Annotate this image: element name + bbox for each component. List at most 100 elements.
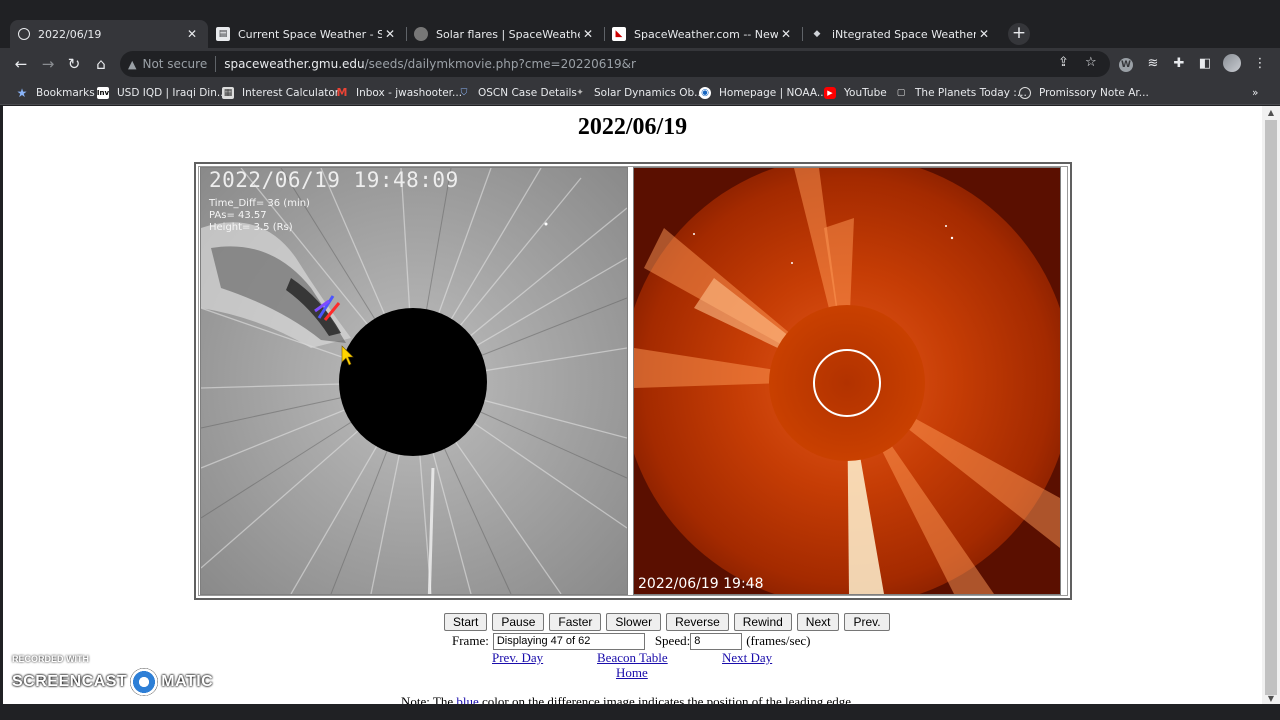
frame-label: Frame:: [452, 633, 489, 648]
bookmark-noaa[interactable]: ◉ Homepage | NOAA...: [699, 84, 827, 101]
menu-kebab-icon[interactable]: ⋮: [1252, 56, 1268, 72]
bookmark-promissory-note[interactable]: Promissory Note Ar...: [1019, 84, 1149, 101]
next-day-link[interactable]: Next Day: [722, 650, 772, 666]
doc-icon: ▤: [216, 27, 230, 41]
tab-solar-flares[interactable]: Solar flares | SpaceWeatherLive.c ✕: [406, 20, 605, 48]
nasa-icon: ◆: [813, 29, 821, 39]
profile-avatar[interactable]: [1223, 54, 1241, 72]
brand-left-label: SCREENCAST: [12, 673, 128, 690]
playback-controls: Start Pause Faster Slower Reverse Rewind…: [444, 613, 890, 631]
web-page: 2022/06/19 2022/06/19 19:48:09 Time_Diff…: [3, 106, 1262, 704]
note-text: Note: The blue color on the difference i…: [401, 694, 854, 704]
recorded-with-label: RECORDED WITH: [12, 654, 89, 664]
tab-title: Current Space Weather - Space W: [238, 27, 382, 41]
pas-label: PAs= 43.57: [209, 210, 267, 221]
close-icon[interactable]: ✕: [580, 27, 596, 41]
tab-current-space-weather[interactable]: ▤ Current Space Weather - Space W ✕: [208, 20, 407, 48]
slower-button[interactable]: Slower: [606, 613, 662, 631]
tab-strip: 2022/06/19 ✕ ▤ Current Space Weather - S…: [0, 0, 1280, 48]
globe-icon: [18, 28, 30, 40]
note-blue-word: blue: [456, 694, 479, 704]
forward-arrow-icon[interactable]: →: [38, 54, 58, 74]
extension-wave-icon[interactable]: ≋: [1145, 56, 1161, 72]
lasco-c3-image: [634, 168, 1060, 594]
tab-integrated-space-weather[interactable]: ◆ iNtegrated Space Weather Analy ✕: [802, 20, 1000, 48]
tab-title: iNtegrated Space Weather Analy: [832, 27, 976, 41]
tab-2022-06-19[interactable]: 2022/06/19 ✕: [10, 20, 208, 48]
next-button[interactable]: Next: [796, 613, 840, 631]
planet-icon: ▢: [896, 87, 906, 98]
bookmark-usd-iqd[interactable]: Inv USD IQD | Iraqi Din...: [97, 84, 227, 101]
frame-status-field[interactable]: [492, 632, 645, 650]
side-panel-icon[interactable]: ◧: [1197, 56, 1213, 72]
extensions-puzzle-icon[interactable]: ✚: [1171, 56, 1187, 72]
coronagraph-image: 2022/06/19 19:48: [633, 167, 1061, 595]
shield-icon: ⛉: [460, 87, 468, 98]
extension-w-icon[interactable]: W: [1118, 56, 1134, 72]
youtube-icon: ▶: [824, 86, 836, 99]
prev-day-link[interactable]: Prev. Day: [492, 650, 543, 666]
bookmark-interest-calculator[interactable]: ▦ Interest Calculator: [222, 84, 339, 101]
globe-icon: [1019, 86, 1031, 99]
warning-triangle-icon[interactable]: ▲: [128, 58, 136, 71]
url-path[interactable]: /seeds/dailymkmovie.php?cme=20220619&r: [365, 57, 636, 71]
height-label: Height= 3.5 (Rs): [209, 222, 293, 233]
movie-frame: 2022/06/19 19:48:09 Time_Diff= 36 (min) …: [194, 162, 1072, 600]
reload-icon[interactable]: ↻: [64, 54, 84, 74]
sdo-icon: ✦: [576, 87, 584, 98]
close-icon[interactable]: ✕: [382, 27, 398, 41]
page-title: 2022/06/19: [577, 114, 688, 140]
scroll-up-arrow-icon[interactable]: ▲: [1266, 108, 1276, 117]
bookmark-sdo[interactable]: ✦ Solar Dynamics Ob...: [574, 84, 704, 101]
sun-icon: [414, 27, 428, 41]
beacon-table-link[interactable]: Beacon Table: [597, 650, 668, 666]
bookmark-star-icon[interactable]: ☆: [1085, 55, 1097, 70]
page-scrollbar[interactable]: ▲ ▼: [1262, 106, 1280, 704]
prev-button[interactable]: Prev.: [844, 613, 890, 631]
speed-label: Speed:: [654, 633, 691, 648]
close-icon[interactable]: ✕: [976, 27, 992, 41]
share-icon[interactable]: ⇪: [1058, 55, 1069, 70]
rewind-button[interactable]: Rewind: [733, 613, 792, 631]
bookmark-inbox[interactable]: M Inbox - jwashooter...: [336, 84, 463, 101]
difference-timestamp: 2022/06/19 19:48:09: [209, 168, 459, 192]
tab-spaceweather-com[interactable]: ◣ SpaceWeather.com -- News and ✕: [604, 20, 803, 48]
bookmarks-bar: ★ Bookmarks Inv USD IQD | Iraqi Din... ▦ In…: [0, 80, 1280, 105]
home-link[interactable]: Home: [616, 665, 648, 681]
reverse-button[interactable]: Reverse: [666, 613, 729, 631]
inv-icon: Inv: [96, 86, 110, 99]
security-label[interactable]: Not secure: [142, 57, 207, 71]
gmail-icon: M: [336, 86, 348, 99]
back-arrow-icon[interactable]: ←: [11, 54, 31, 74]
scrollbar-thumb[interactable]: [1265, 120, 1277, 695]
noaa-icon: ◉: [699, 86, 711, 99]
tab-title: Solar flares | SpaceWeatherLive.c: [436, 27, 580, 41]
calc-icon: ▦: [222, 86, 234, 99]
home-icon[interactable]: ⌂: [91, 54, 111, 74]
bookmark-bookmarks[interactable]: ★ Bookmarks: [16, 84, 95, 101]
pause-button[interactable]: Pause: [492, 613, 545, 631]
bookmark-oscn[interactable]: ⛉ OSCN Case Details: [458, 84, 577, 101]
close-icon[interactable]: ✕: [184, 27, 200, 41]
tab-title: SpaceWeather.com -- News and: [634, 27, 778, 41]
start-button[interactable]: Start: [444, 613, 488, 631]
sw-icon: ◣: [612, 27, 626, 41]
bookmark-planets-today[interactable]: ▢ The Planets Today :...: [895, 84, 1027, 101]
browser-toolbar: ← → ↻ ⌂ ▲ Not secure spaceweather.gmu.ed…: [0, 48, 1280, 80]
address-bar[interactable]: ▲ Not secure spaceweather.gmu.edu /seeds…: [120, 51, 1110, 77]
screencast-watermark: RECORDED WITH SCREENCAST MATIC: [12, 654, 213, 698]
close-icon[interactable]: ✕: [778, 27, 794, 41]
scroll-down-arrow-icon[interactable]: ▼: [1266, 694, 1276, 703]
bookmark-youtube[interactable]: ▶ YouTube: [824, 84, 887, 101]
faster-button[interactable]: Faster: [549, 613, 602, 631]
speed-field[interactable]: [690, 632, 743, 650]
coronagraph-timestamp: 2022/06/19 19:48: [638, 576, 764, 592]
url-host[interactable]: spaceweather.gmu.edu: [224, 57, 364, 71]
speed-unit-label: (frames/sec): [746, 633, 811, 648]
more-bookmarks-chevron-icon[interactable]: »: [1252, 84, 1258, 101]
time-diff-label: Time_Diff= 36 (min): [209, 198, 310, 209]
brand-right-label: MATIC: [161, 673, 214, 690]
frame-speed-row: Frame: Speed: (frames/sec): [452, 632, 810, 650]
new-tab-button[interactable]: +: [1008, 23, 1030, 45]
difference-image: 2022/06/19 19:48:09 Time_Diff= 36 (min) …: [200, 167, 628, 595]
